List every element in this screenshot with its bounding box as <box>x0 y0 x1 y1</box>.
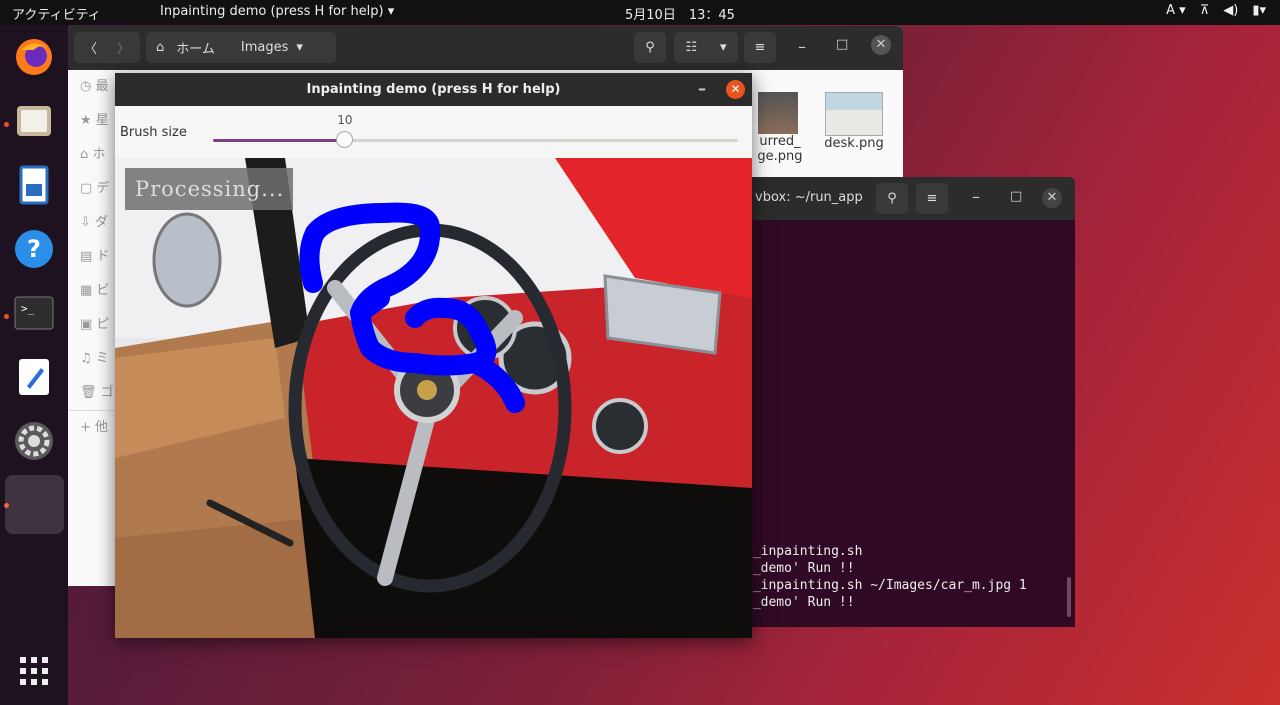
svg-text:>_: >_ <box>21 302 35 315</box>
writer-icon[interactable] <box>10 161 58 209</box>
sidebar-item-trash[interactable]: 🗑 ゴ <box>68 376 118 410</box>
text-editor-icon[interactable] <box>10 353 58 401</box>
terminal-title: vbox: ~/run_app <box>755 190 863 205</box>
slider-handle[interactable] <box>336 131 354 148</box>
window-title: Inpainting demo (press H for help) <box>306 82 561 97</box>
slider-track[interactable] <box>213 131 738 148</box>
terminal-line: e_inpainting.sh ~/Images/car_m.jpg 1 <box>745 578 1027 593</box>
network-icon[interactable]: ⊼ <box>1200 3 1210 18</box>
sidebar-item-starred[interactable]: ★ 星 <box>68 104 118 138</box>
close-icon[interactable]: ✕ <box>871 35 891 55</box>
brush-size-value: 10 <box>337 113 353 127</box>
terminal-line: g_demo' Run !! <box>745 595 855 610</box>
slider-fill <box>213 139 345 142</box>
view-options[interactable]: ☷ ▾ <box>674 32 738 63</box>
svg-text:?: ? <box>27 235 41 263</box>
firefox-icon[interactable] <box>10 33 58 81</box>
menu-icon[interactable]: ≡ <box>916 183 948 214</box>
path-bar: ⌂ ホーム Images ▾ <box>146 32 336 63</box>
search-icon[interactable]: ⚲ <box>634 32 666 63</box>
terminal-line: g_demo' Run !! <box>745 561 855 576</box>
car-image <box>115 158 752 638</box>
file-label: ge.png <box>757 149 803 164</box>
sidebar-item-music[interactable]: ♫ ミ <box>68 342 118 376</box>
apps-grid-icon[interactable] <box>10 647 58 695</box>
path-images[interactable]: Images <box>241 40 289 55</box>
search-icon[interactable]: ⚲ <box>876 183 908 214</box>
scrollbar[interactable] <box>1067 577 1071 617</box>
file-manager-header: 〈〉 ⌂ ホーム Images ▾ ⚲ ☷ ▾ ≡ – □ ✕ <box>68 26 903 70</box>
close-icon[interactable]: ✕ <box>726 80 745 99</box>
top-bar: アクティビティ Inpainting demo (press H for hel… <box>0 0 1280 25</box>
forward-icon[interactable]: 〉 <box>117 38 130 57</box>
home-icon: ⌂ <box>156 40 165 55</box>
sidebar-item-other-locations[interactable]: + 他 <box>68 410 118 445</box>
sidebar-item-downloads[interactable]: ⇩ ダ <box>68 206 118 240</box>
settings-icon[interactable] <box>10 417 58 465</box>
terminal-window: vbox: ~/run_app ⚲ ≡ – □ ✕ e_inpainting.s… <box>735 177 1075 627</box>
system-tray[interactable]: A ▾ ⊼ ◀) ▮▾ <box>1166 3 1266 18</box>
thumbnail-image <box>758 92 798 134</box>
thumbnail-image <box>825 92 883 136</box>
sidebar-item-recent[interactable]: ◷ 最 <box>68 70 118 104</box>
maximize-icon[interactable]: □ <box>1010 189 1022 204</box>
minimize-icon[interactable]: – <box>698 79 706 98</box>
close-icon[interactable]: ✕ <box>1042 188 1062 208</box>
terminal-output[interactable]: e_inpainting.sh g_demo' Run !! e_inpaintin… <box>745 543 1027 611</box>
chevron-down-icon[interactable]: ▾ <box>296 40 303 55</box>
terminal-icon[interactable]: >_ <box>10 289 58 337</box>
volume-icon[interactable]: ◀) <box>1223 3 1238 18</box>
inpainting-canvas[interactable]: Processing... <box>115 158 752 638</box>
sidebar-item-desktop[interactable]: ▢ デ <box>68 172 118 206</box>
minimize-icon[interactable]: – <box>798 37 806 56</box>
processing-overlay: Processing... <box>125 168 293 210</box>
brush-size-control: Brush size 10 <box>115 106 752 158</box>
chevron-down-icon[interactable]: ▾ <box>720 40 727 55</box>
input-method-indicator[interactable]: A ▾ <box>1166 3 1186 18</box>
sidebar-item-documents[interactable]: ▤ ド <box>68 240 118 274</box>
app-menu[interactable]: Inpainting demo (press H for help) ▾ <box>160 4 394 19</box>
app-menu-label: Inpainting demo (press H for help) <box>160 4 384 19</box>
file-label: urred_ <box>759 134 801 149</box>
inpainting-window: Inpainting demo (press H for help) – ✕ B… <box>115 73 752 638</box>
sidebar: ◷ 最 ★ 星 ⌂ ホ ▢ デ ⇩ ダ ▤ ド ▦ ビ ▣ ピ ♫ ミ 🗑 ゴ … <box>68 70 118 586</box>
file-thumb-desk[interactable]: desk.png <box>816 92 892 151</box>
path-home[interactable]: ホーム <box>176 38 215 57</box>
chevron-down-icon: ▾ <box>387 4 395 19</box>
maximize-icon[interactable]: □ <box>836 37 848 52</box>
brush-size-label: Brush size <box>120 125 187 140</box>
back-icon[interactable]: 〈 <box>84 38 97 57</box>
sidebar-item-videos[interactable]: ▦ ビ <box>68 274 118 308</box>
menu-icon[interactable]: ≡ <box>744 32 776 63</box>
sidebar-item-pictures[interactable]: ▣ ピ <box>68 308 118 342</box>
help-icon[interactable]: ? <box>10 225 58 273</box>
list-view-icon[interactable]: ☷ <box>685 40 697 55</box>
clock[interactable]: 5月10日 13：45 <box>625 4 735 23</box>
dock: ? >_ <box>0 25 68 705</box>
nav-buttons: 〈〉 <box>74 32 140 63</box>
file-label: desk.png <box>824 136 884 151</box>
inpainting-titlebar[interactable]: Inpainting demo (press H for help) – ✕ <box>115 73 752 106</box>
battery-icon[interactable]: ▮▾ <box>1252 3 1266 18</box>
file-thumb-blurred[interactable]: urred_ ge.png <box>750 92 810 164</box>
activities-button[interactable]: アクティビティ <box>12 4 101 23</box>
sidebar-item-home[interactable]: ⌂ ホ <box>68 138 118 172</box>
terminal-header: vbox: ~/run_app ⚲ ≡ – □ ✕ <box>735 177 1075 220</box>
terminal-line: e_inpainting.sh <box>745 544 863 559</box>
files-icon[interactable] <box>10 97 58 145</box>
minimize-icon[interactable]: – <box>972 187 980 206</box>
app-window-icon[interactable] <box>5 475 64 534</box>
